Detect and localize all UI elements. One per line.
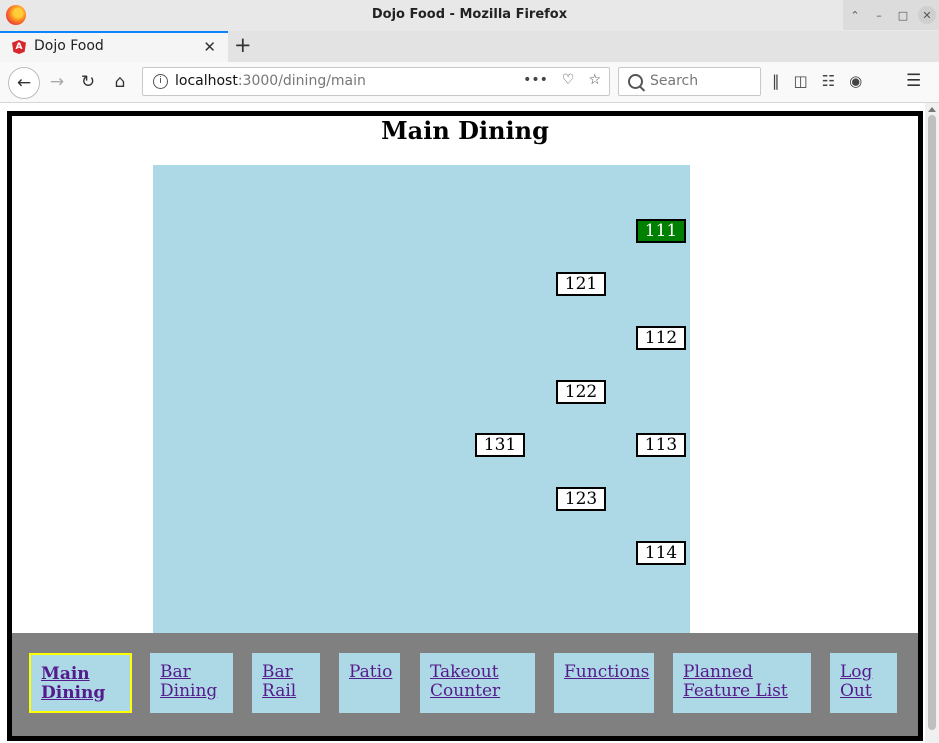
navigation-toolbar: ← → ↻ ⌂ i localhost:3000/dining/main •••… (0, 62, 939, 103)
nav-bar-dining[interactable]: Bar Dining (150, 653, 233, 713)
hamburger-menu-icon[interactable]: ☰ (906, 71, 921, 91)
nav-patio[interactable]: Patio (339, 653, 400, 713)
nav-takeout-counter[interactable]: Takeout Counter (420, 653, 535, 713)
tab-strip: A Dojo Food ✕ + (0, 31, 939, 62)
tab-title: Dojo Food (34, 38, 104, 54)
dining-floor: 111 121 112 122 131 113 123 114 (153, 165, 690, 635)
table-122[interactable]: 122 (556, 380, 606, 404)
table-113[interactable]: 113 (636, 433, 686, 457)
table-114[interactable]: 114 (636, 541, 686, 565)
window-controls: ⌃ – □ ✕ (843, 0, 939, 30)
app-frame: Main Dining 111 121 112 122 131 113 123 … (7, 111, 923, 741)
scroll-up-arrow-icon[interactable] (928, 107, 936, 112)
account-icon[interactable]: ◉ (849, 72, 862, 90)
url-actions: ••• ♡ ☆ (523, 72, 601, 88)
page-actions-icon[interactable]: ••• (523, 72, 548, 88)
nav-log-out[interactable]: Log Out (830, 653, 897, 713)
url-host: localhost (175, 73, 238, 89)
nav-bar-rail[interactable]: Bar Rail (252, 653, 320, 713)
table-131[interactable]: 131 (475, 433, 525, 457)
new-tab-plus-icon[interactable]: + (234, 33, 252, 57)
url-bar[interactable]: i localhost:3000/dining/main ••• ♡ ☆ (142, 67, 610, 96)
home-icon[interactable]: ⌂ (105, 67, 135, 97)
window-restore-up-icon[interactable]: ⌃ (846, 6, 864, 24)
window-maximize-icon[interactable]: □ (894, 6, 912, 24)
pocket-icon[interactable]: ♡ (562, 72, 575, 88)
search-placeholder: Search (650, 73, 699, 89)
back-arrow-icon[interactable]: ← (8, 67, 40, 99)
page-content: Main Dining 111 121 112 122 131 113 123 … (0, 103, 939, 743)
search-input[interactable]: Search (618, 67, 761, 96)
tab-dojo-food[interactable]: A Dojo Food ✕ (0, 31, 228, 62)
table-112[interactable]: 112 (636, 326, 686, 350)
search-icon (628, 74, 643, 89)
containers-icon[interactable]: ☷ (822, 72, 835, 90)
table-111[interactable]: 111 (636, 219, 686, 243)
window-close-icon[interactable]: ✕ (918, 6, 936, 24)
nav-planned-feature-list[interactable]: Planned Feature List (673, 653, 811, 713)
angular-favicon-icon: A (12, 40, 26, 54)
window-title: Dojo Food - Mozilla Firefox (371, 7, 568, 22)
nav-functions[interactable]: Functions (554, 653, 654, 713)
site-info-icon[interactable]: i (153, 74, 168, 89)
url-text[interactable]: localhost:3000/dining/main (175, 73, 366, 89)
forward-arrow-icon[interactable]: → (42, 67, 72, 97)
table-123[interactable]: 123 (556, 487, 606, 511)
window-minimize-icon[interactable]: – (870, 6, 888, 24)
scroll-thumb[interactable] (928, 115, 936, 730)
page-scrollbar[interactable] (925, 103, 939, 743)
sidebar-icon[interactable]: ◫ (794, 72, 808, 90)
library-icon[interactable]: ‖ (772, 72, 780, 90)
nav-main-dining[interactable]: Main Dining (29, 653, 132, 713)
window-titlebar: Dojo Food - Mozilla Firefox ⌃ – □ ✕ (0, 0, 939, 32)
tab-close-icon[interactable]: ✕ (203, 38, 216, 56)
reload-icon[interactable]: ↻ (73, 67, 103, 97)
toolbar-icons: ‖ ◫ ☷ ◉ (772, 72, 862, 90)
url-path: :3000/dining/main (237, 73, 366, 89)
table-121[interactable]: 121 (556, 272, 606, 296)
page-title: Main Dining (381, 116, 549, 145)
bookmark-star-icon[interactable]: ☆ (588, 72, 601, 88)
section-nav-panel: Main Dining Bar Dining Bar Rail Patio Ta… (12, 633, 918, 736)
